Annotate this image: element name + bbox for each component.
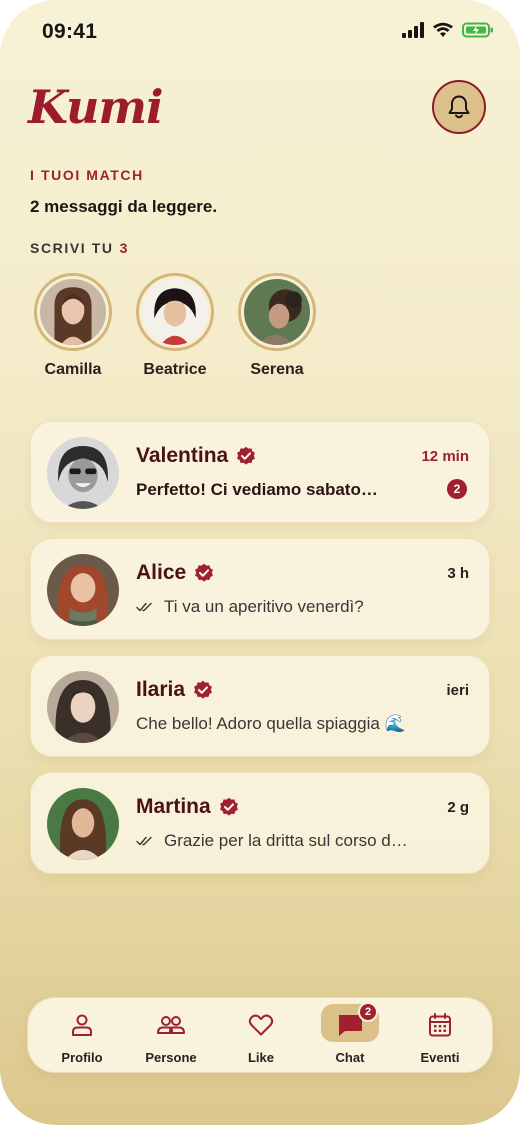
avatar <box>47 671 119 743</box>
avatar <box>142 279 208 345</box>
chat-item-ilaria[interactable]: Ilaria ieri Che bello! Adoro quella spia… <box>30 655 490 757</box>
double-check-icon <box>136 836 152 846</box>
story-ring <box>34 273 112 351</box>
unread-badge: 2 <box>447 479 467 499</box>
story-name: Beatrice <box>143 361 207 378</box>
chat-time: 12 min <box>421 448 469 465</box>
avatar-image <box>47 671 119 743</box>
people-icon <box>156 1010 186 1040</box>
chat-time: 3 h <box>447 565 469 582</box>
matches-section-label: I TUOI MATCH <box>30 167 144 183</box>
tab-label: Eventi <box>420 1050 460 1065</box>
verified-icon <box>237 446 256 465</box>
write-first-label: SCRIVI TU 3 <box>30 240 129 256</box>
status-icons <box>402 22 494 38</box>
bell-icon <box>448 95 470 119</box>
chat-preview: Ti va un aperitivo venerdì? <box>136 597 364 617</box>
verified-icon <box>219 797 238 816</box>
chat-name: Ilaria <box>136 678 213 702</box>
app-logo: Kumi <box>28 80 164 134</box>
verified-icon <box>195 563 214 582</box>
story-ring <box>238 273 316 351</box>
calendar-icon <box>425 1010 455 1040</box>
chat-name-text: Ilaria <box>136 678 186 701</box>
avatar-image <box>40 279 106 345</box>
tab-label: Profilo <box>61 1050 103 1065</box>
chat-preview-text: Che bello! Adoro quella spiaggia 🌊 <box>136 714 406 733</box>
chat-name-text: Martina <box>136 795 211 818</box>
avatar-image <box>142 279 208 345</box>
chat-item-martina[interactable]: Martina 2 g Grazie per la dritta sul cor… <box>30 772 490 874</box>
story-ring <box>136 273 214 351</box>
tab-label: Persone <box>145 1050 197 1065</box>
tab-persone[interactable]: Persone <box>126 998 216 1074</box>
battery-icon <box>462 22 493 38</box>
avatar-image <box>47 437 119 509</box>
story-camilla[interactable]: Camilla <box>34 273 112 379</box>
avatar <box>47 437 119 509</box>
chat-preview: Che bello! Adoro quella spiaggia 🌊 <box>136 714 406 734</box>
double-check-icon <box>136 602 152 612</box>
tab-label: Like <box>247 1050 274 1065</box>
chat-name: Alice <box>136 561 214 585</box>
avatar <box>40 279 106 345</box>
story-beatrice[interactable]: Beatrice <box>136 273 214 379</box>
chat-badge: 2 <box>358 1002 378 1022</box>
chat-name: Valentina <box>136 444 256 468</box>
tab-label: Chat <box>335 1050 365 1065</box>
chat-item-valentina[interactable]: Valentina 12 min Perfetto! Ci vediamo sa… <box>30 421 490 523</box>
user-icon <box>67 1010 97 1040</box>
chat-time: 2 g <box>447 799 469 816</box>
notifications-button[interactable] <box>432 80 486 134</box>
wifi-icon <box>433 22 453 37</box>
avatar <box>47 788 119 860</box>
tab-like[interactable]: Like <box>216 998 306 1074</box>
tab-eventi[interactable]: Eventi <box>395 998 485 1074</box>
story-name: Serena <box>250 361 304 378</box>
chat-item-alice[interactable]: Alice 3 h Ti va un aperitivo venerdì? <box>30 538 490 640</box>
match-stories: Camilla Beatrice Serena <box>34 273 316 379</box>
avatar-image <box>47 788 119 860</box>
heart-icon <box>246 1010 276 1040</box>
write-first-text: SCRIVI TU <box>30 240 114 256</box>
chat-name-text: Alice <box>136 561 187 584</box>
tab-chat[interactable]: 2 Chat <box>305 998 395 1074</box>
verified-icon <box>194 680 212 699</box>
chat-preview-text: Ti va un aperitivo venerdì? <box>164 597 364 616</box>
bottom-tab-bar: Profilo Persone Like 2 Chat Eventi <box>27 997 493 1073</box>
avatar-image <box>47 554 119 626</box>
chat-preview-text: Grazie per la dritta sul corso d… <box>164 831 408 850</box>
avatar <box>244 279 310 345</box>
chat-name-text: Valentina <box>136 444 229 467</box>
chat-time: ieri <box>446 682 469 699</box>
tab-profilo[interactable]: Profilo <box>37 998 127 1074</box>
story-name: Camilla <box>44 361 102 378</box>
status-time: 09:41 <box>42 20 98 43</box>
chat-preview: Perfetto! Ci vediamo sabato… <box>136 480 378 500</box>
avatar <box>47 554 119 626</box>
story-serena[interactable]: Serena <box>238 273 316 379</box>
write-first-count: 3 <box>119 240 130 256</box>
chat-preview: Grazie per la dritta sul corso d… <box>136 831 408 851</box>
phone-screen: 09:41 Kumi I TUOI MATCH 2 messaggi da le… <box>0 0 520 1125</box>
status-bar: 09:41 <box>0 0 520 64</box>
avatar-image <box>244 279 310 345</box>
chat-preview-text: Perfetto! Ci vediamo sabato… <box>136 480 378 499</box>
signal-icon <box>402 22 424 38</box>
chat-name: Martina <box>136 795 239 819</box>
matches-subtitle: 2 messaggi da leggere. <box>30 197 218 216</box>
